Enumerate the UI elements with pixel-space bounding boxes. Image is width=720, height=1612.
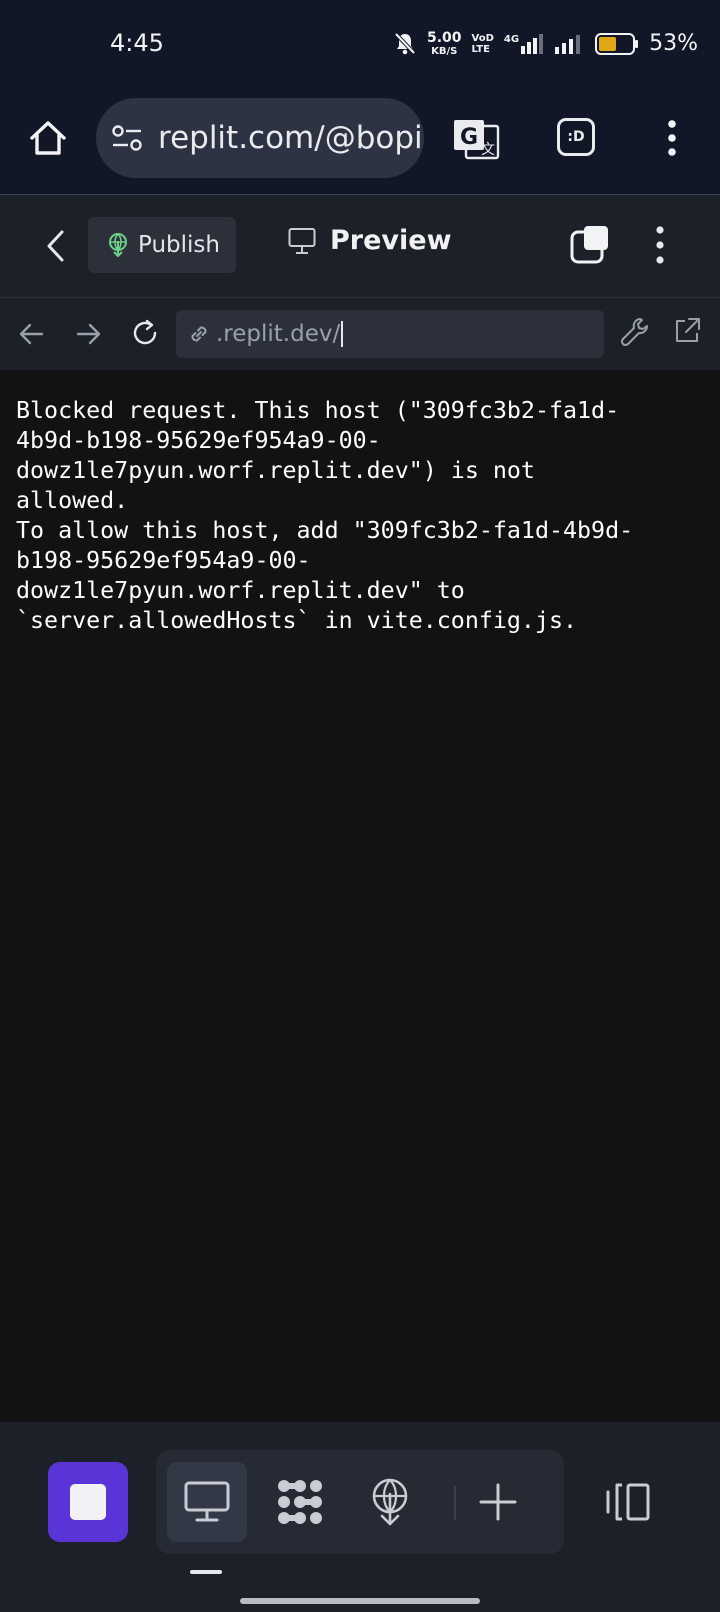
add-tool-button[interactable]: [458, 1462, 538, 1542]
browser-menu-button[interactable]: [660, 118, 684, 158]
reload-button[interactable]: [130, 318, 160, 348]
stop-button[interactable]: [48, 1462, 128, 1542]
nav-back-button[interactable]: [18, 320, 46, 348]
browser-toolbar: replit.com/@bopi G文 :D: [0, 92, 720, 195]
wrench-icon: [620, 318, 649, 347]
plus-icon: [479, 1483, 517, 1521]
tool-apps-button[interactable]: [260, 1462, 340, 1542]
signal-4g-icon: 4G: [503, 33, 545, 54]
arrow-right-icon: [76, 323, 101, 345]
nav-forward-button[interactable]: [74, 320, 102, 348]
webview-nav: .replit.dev/: [0, 298, 720, 370]
network-type: 4G: [503, 33, 520, 45]
speed-unit: KB/S: [431, 46, 458, 57]
replit-menu-button[interactable]: [650, 223, 670, 267]
home-icon: [30, 121, 66, 155]
volte-indicator: VoD LTE: [472, 33, 494, 55]
bottom-toolbar: [0, 1422, 720, 1612]
more-vertical-icon: [668, 120, 676, 156]
panes-button[interactable]: [570, 225, 610, 265]
address-text: .replit.dev/: [216, 321, 341, 347]
stop-icon: [70, 1484, 106, 1520]
battery-percent: 53%: [649, 31, 698, 56]
mute-bell-icon: [393, 31, 417, 57]
address-field[interactable]: .replit.dev/: [176, 310, 604, 358]
replit-header: Publish Preview: [0, 195, 720, 298]
volte-top: VoD: [471, 32, 494, 44]
deploy-icon: [372, 1478, 408, 1526]
publish-icon: [108, 233, 128, 257]
monitor-icon: [184, 1481, 230, 1522]
publish-button[interactable]: Publish: [88, 217, 236, 273]
battery-icon: [595, 32, 639, 55]
site-settings-icon[interactable]: [112, 125, 142, 151]
status-bar: 4:45 5.00 KB/S VoD LTE 4G 53%: [0, 0, 720, 92]
status-icons: 5.00 KB/S VoD LTE 4G 53%: [393, 30, 698, 57]
speed-value: 5.00: [427, 30, 462, 46]
svg-text:文: 文: [481, 142, 495, 158]
tab-preview[interactable]: Preview: [288, 225, 452, 256]
active-tab-indicator: [190, 1570, 222, 1574]
url-bar[interactable]: replit.com/@bopi: [96, 98, 424, 178]
layout-toggle-button[interactable]: [604, 1482, 652, 1522]
tool-deploy-button[interactable]: [350, 1462, 430, 1542]
tray-divider: [454, 1486, 456, 1520]
arrow-left-icon: [19, 323, 44, 345]
reload-icon: [133, 319, 157, 345]
dots-grid-icon: [278, 1480, 322, 1524]
external-link-icon: [676, 318, 700, 342]
publish-label: Publish: [138, 232, 220, 258]
chevron-left-icon: [47, 230, 64, 262]
translate-button[interactable]: G文: [452, 118, 500, 160]
gesture-home-indicator[interactable]: [240, 1598, 480, 1604]
more-vertical-icon: [656, 226, 664, 264]
extension-button[interactable]: :D: [557, 118, 595, 156]
webview-content: Blocked request. This host ("309fc3b2-fa…: [0, 370, 720, 1422]
tool-preview-button[interactable]: [167, 1462, 247, 1542]
layout-toggle-icon: [606, 1483, 650, 1521]
url-text: replit.com/@bopi: [158, 120, 423, 156]
devtools-button[interactable]: [620, 316, 650, 348]
panes-icon: [570, 226, 608, 264]
network-speed: 5.00 KB/S: [427, 30, 462, 57]
svg-text:G: G: [460, 125, 478, 150]
text-cursor: [341, 321, 344, 347]
home-button[interactable]: [28, 118, 68, 158]
monitor-icon: [288, 227, 316, 255]
tool-tray: [156, 1450, 564, 1554]
back-button[interactable]: [44, 229, 68, 263]
open-new-tab-button[interactable]: [672, 316, 702, 346]
link-icon: [186, 321, 212, 347]
volte-bottom: LTE: [471, 43, 490, 55]
status-time: 4:45: [110, 29, 164, 57]
preview-label: Preview: [330, 225, 452, 256]
translate-icon: G文: [454, 120, 500, 160]
blocked-request-message: Blocked request. This host ("309fc3b2-fa…: [16, 397, 634, 634]
signal-icon: [555, 34, 585, 54]
